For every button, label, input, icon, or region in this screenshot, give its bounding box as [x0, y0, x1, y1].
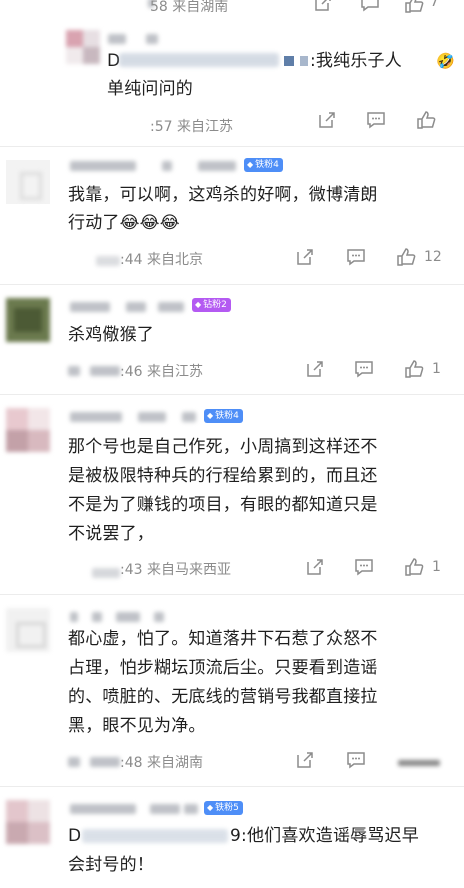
comment-meta: :48 来自湖南 [120, 755, 203, 771]
comment-icon[interactable] [346, 248, 366, 270]
avatar[interactable] [66, 30, 100, 64]
divider [0, 284, 464, 285]
like-icon[interactable] [396, 247, 416, 271]
divider [0, 394, 464, 395]
comment-text-line1: 那个号也是自己作死，小周搞到这样还不 [68, 437, 378, 457]
comment-icon[interactable] [346, 751, 366, 773]
comment-text-line1: 都心虚，怕了。知道落井下石惹了众怒不 [68, 629, 378, 649]
share-icon[interactable] [296, 248, 314, 270]
like-count: 1 [432, 559, 441, 575]
comment-text-line1: 我靠，可以啊，这鸡杀的好啊，微博清朗 [68, 185, 378, 205]
comment-text-line4: 黑，眼不见为净。 [68, 716, 206, 736]
comment-icon[interactable] [366, 111, 386, 133]
comment-icon[interactable] [360, 0, 380, 16]
diamond-icon: ◆ [247, 160, 254, 169]
comment-text-line3: 不是为了赚钱的项目，有眼的都知道只是 [68, 495, 378, 515]
comment-text: 9:他们喜欢造谣辱骂迟早 [230, 826, 419, 846]
like-count: 12 [424, 249, 442, 265]
comment-meta: :44 来自北京 [120, 252, 203, 268]
comment-text-line2: 会封号的！ [68, 855, 154, 875]
diamond-icon: ◆ [207, 803, 214, 812]
comment-text: 杀鸡儆猴了 [68, 325, 154, 345]
share-icon[interactable] [306, 558, 324, 580]
fan-badge: ◆ 铁粉4 [204, 409, 243, 423]
fan-badge: ◆ 铁粉4 [244, 158, 283, 172]
divider [0, 786, 464, 787]
divider [0, 594, 464, 595]
avatar[interactable] [6, 160, 50, 204]
comment-meta: :57 来自江苏 [150, 119, 233, 135]
share-icon[interactable] [296, 751, 314, 773]
share-icon[interactable] [318, 111, 336, 133]
like-count: 7 [430, 0, 439, 10]
comment-icon[interactable] [354, 360, 374, 382]
comment-text-line4: 不说罢了， [68, 524, 154, 544]
emoji-icon: 🤣 [436, 52, 455, 70]
like-icon[interactable] [398, 760, 440, 766]
like-icon[interactable] [404, 0, 424, 18]
comment-text-line3: 的、喷脏的、无底线的营销号我都直接拉 [68, 687, 378, 707]
avatar[interactable] [6, 408, 50, 452]
comment-icon[interactable] [354, 558, 374, 580]
like-icon[interactable] [404, 557, 424, 581]
diamond-icon: ◆ [207, 411, 214, 420]
avatar[interactable] [6, 800, 50, 844]
divider [0, 146, 464, 147]
like-icon[interactable] [416, 110, 436, 134]
like-icon[interactable] [404, 359, 424, 383]
comment-text-line2: 是被极限特种兵的行程给累到的，而且还 [68, 466, 378, 486]
comment-meta: :46 来自江苏 [120, 364, 203, 380]
avatar[interactable] [6, 298, 50, 342]
reply-text-line2: 单纯问问的 [107, 79, 193, 99]
diamond-icon: ◆ [195, 300, 202, 309]
comment-text-prefix: D [68, 826, 82, 846]
comment-text-line2: 占理，怕步糊坛顶流后尘。只要看到造谣 [68, 658, 378, 678]
comment-meta: 58 来自湖南 [150, 0, 229, 15]
reply-text: :我纯乐子人 [310, 51, 402, 71]
comment-text-line2: 行动了😂😂😂 [68, 213, 180, 233]
comment-meta: :43 来自马来西亚 [120, 562, 231, 578]
like-count: 1 [432, 361, 441, 377]
fan-badge: ◆ 钻粉2 [192, 298, 231, 312]
fan-badge: ◆ 铁粉5 [204, 801, 243, 815]
share-icon[interactable] [306, 360, 324, 382]
share-icon[interactable] [314, 0, 332, 16]
avatar[interactable] [6, 608, 50, 652]
